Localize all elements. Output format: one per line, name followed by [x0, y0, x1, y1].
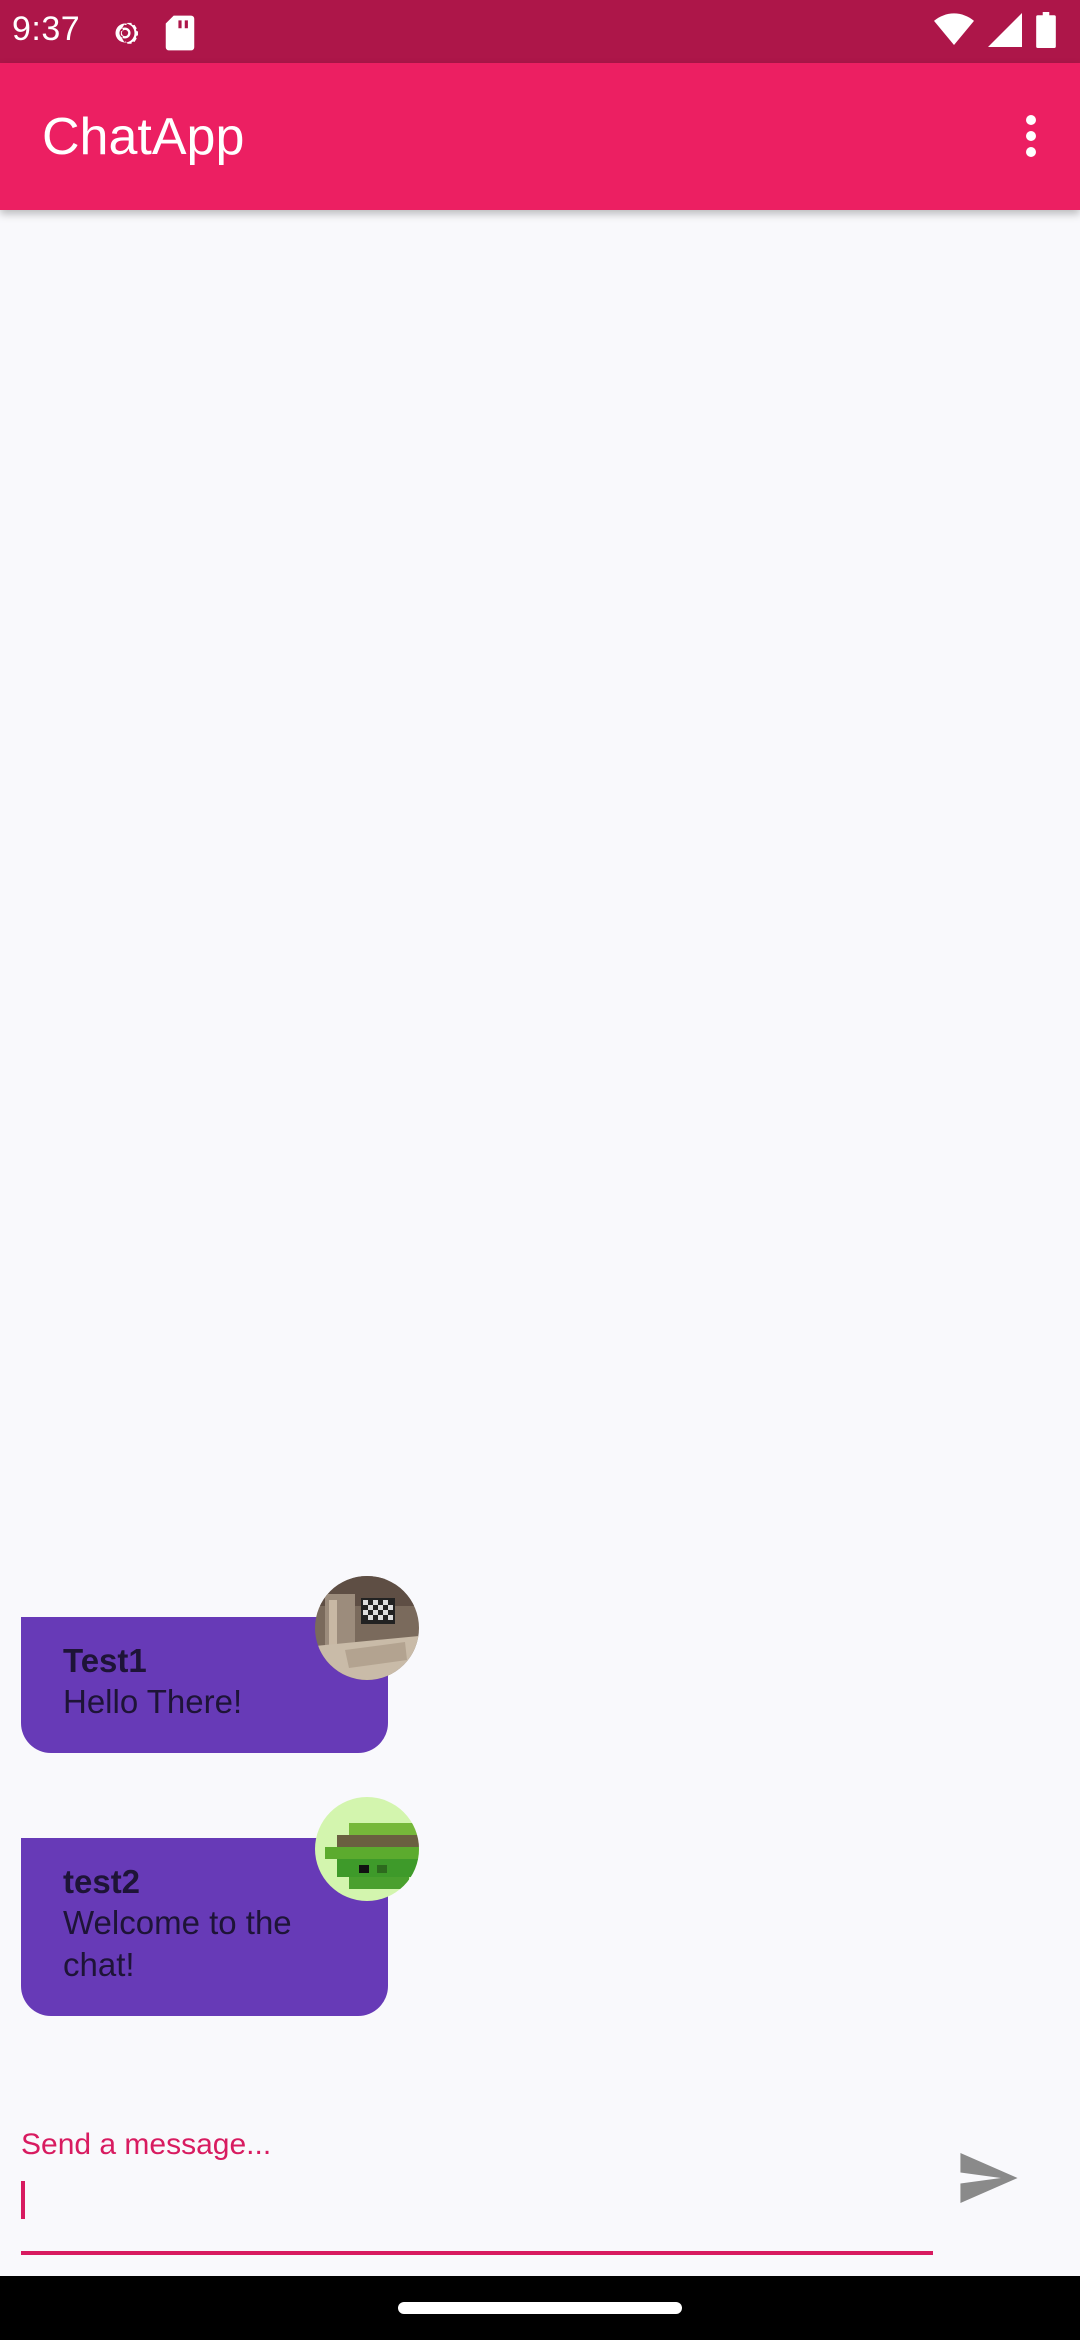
- status-bar: 9:37: [0, 0, 1080, 63]
- more-vert-icon[interactable]: [996, 98, 1066, 174]
- status-time: 9:37: [12, 10, 81, 48]
- wifi-icon: [934, 13, 974, 52]
- avatar[interactable]: [315, 1576, 419, 1680]
- send-icon: [960, 2153, 1018, 2203]
- text-cursor: [21, 2181, 25, 2219]
- battery-icon: [1036, 12, 1056, 53]
- message-input-hint: Send a message...: [21, 2128, 272, 2161]
- message-text: Hello There!: [63, 1683, 243, 1720]
- app-bar: ChatApp: [0, 63, 1080, 210]
- cell-signal-icon: [988, 13, 1022, 52]
- send-button[interactable]: [960, 2146, 1030, 2210]
- sd-card-icon: [164, 14, 196, 57]
- home-handle[interactable]: [398, 2302, 682, 2314]
- input-underline: [21, 2251, 933, 2255]
- message-text: Welcome to the chat!: [63, 1904, 292, 1983]
- avatar[interactable]: [315, 1797, 419, 1901]
- settings-icon: [106, 14, 144, 57]
- app-title: ChatApp: [42, 108, 245, 166]
